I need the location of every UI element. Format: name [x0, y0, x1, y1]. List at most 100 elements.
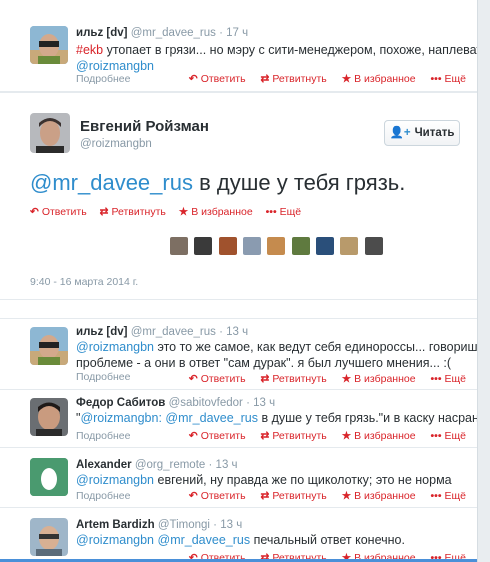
main-tweet-timestamp[interactable]: 9:40 - 16 марта 2014 г. [30, 276, 138, 288]
avatar[interactable] [30, 458, 68, 496]
mention-link[interactable]: @roizmangbn: [80, 411, 161, 425]
favoriter-avatar[interactable] [291, 237, 310, 255]
main-user-handle[interactable]: @roizmangbn [80, 138, 152, 150]
tweet-text: @roizmangbn это то же самое, как ведут с… [76, 339, 477, 355]
reply-tweet[interactable]: Федор Сабитов @sabitovfedor · 13 ч "@roi… [0, 390, 477, 448]
tweet-text: @roizmangbn евгений, ну правда же по щик… [76, 472, 470, 488]
dots-icon: ••• [430, 73, 442, 85]
user-name[interactable]: ильz [dv] [76, 27, 127, 39]
star-icon: ★ [341, 73, 352, 85]
tweet-time[interactable]: 13 ч [216, 459, 238, 471]
reply-button[interactable]: ↶ Ответить [189, 430, 246, 442]
tweet-text-body: евгений, ну правда же по щиколотку; это … [154, 473, 452, 487]
favoriter-avatar[interactable] [170, 237, 188, 255]
mention-link[interactable]: @mr_davee_rus [158, 533, 251, 547]
favorite-label: В избранное [354, 490, 416, 502]
reply-arrow-icon: ↶ [188, 490, 198, 502]
favoriter-avatar[interactable] [316, 237, 335, 255]
star-icon: ★ [341, 490, 352, 502]
retweet-button[interactable]: ⇄ Ретвитнуть [100, 206, 166, 218]
user-name[interactable]: Artem Bardizh [76, 519, 155, 531]
avatar[interactable] [30, 327, 68, 365]
user-handle[interactable]: @mr_davee_rus [131, 326, 216, 338]
separator: · [219, 27, 223, 39]
favorite-button[interactable]: ★ В избранное [342, 73, 416, 85]
details-link[interactable]: Подробнее [76, 430, 130, 442]
reply-button[interactable]: ↶ Ответить [189, 373, 246, 385]
main-user-name[interactable]: Евгений Ройзман [80, 118, 209, 135]
retweet-button[interactable]: ⇄ Ретвитнуть [261, 430, 327, 442]
tweet-header: ильz [dv] @mr_davee_rus · 13 ч [76, 325, 470, 339]
user-handle[interactable]: @sabitovfedor [169, 397, 243, 409]
egg-avatar-icon [30, 458, 68, 496]
tweet-actions: ↶ Ответить ⇄ Ретвитнуть ★ В избранное ••• Ещ… [177, 73, 466, 85]
separator: · [219, 326, 223, 338]
details-link[interactable]: Подробнее [76, 73, 130, 85]
tweet-time[interactable]: 17 ч [226, 27, 248, 39]
details-link[interactable]: Подробнее [76, 490, 130, 502]
dots-icon: ••• [430, 373, 442, 385]
favoriter-avatar[interactable] [340, 237, 359, 255]
favoriter-avatar[interactable] [243, 237, 262, 255]
user-name[interactable]: ильz [dv] [76, 326, 127, 338]
favorite-button[interactable]: ★ В избранное [179, 206, 253, 218]
tweet-actions: ↶ Ответить ⇄ Ретвитнуть ★ В избранное ••• Ещ… [177, 373, 466, 385]
tweet-header: Artem Bardizh @Timongi · 13 ч [76, 518, 470, 532]
retweet-label: Ретвитнуть [272, 373, 327, 385]
mention-link[interactable]: @roizmangbn [76, 340, 154, 354]
favoriter-avatar[interactable] [267, 237, 286, 255]
tweet-time[interactable]: 13 ч [226, 326, 248, 338]
tweet-text-body: в душе у тебя грязь."и в каску насрано?)… [261, 411, 477, 425]
tweet-text: "@roizmangbn: @mr_davee_rus в душе у теб… [76, 410, 477, 426]
tweet-time[interactable]: 13 ч [253, 397, 275, 409]
follow-button[interactable]: 👤+ Читать [384, 120, 460, 146]
user-name[interactable]: Федор Сабитов [76, 397, 165, 409]
more-button[interactable]: ••• Ещё [430, 373, 466, 385]
user-name[interactable]: Alexander [76, 459, 132, 471]
mention-link[interactable]: @roizmangbn [76, 473, 154, 487]
retweet-label: Ретвитнуть [111, 206, 166, 218]
avatar[interactable] [30, 26, 68, 64]
reply-arrow-icon: ↶ [188, 430, 198, 442]
user-handle[interactable]: @mr_davee_rus [131, 27, 216, 39]
reply-tweet[interactable]: Artem Bardizh @Timongi · 13 ч @roizmangb… [0, 508, 477, 562]
main-avatar[interactable] [30, 113, 70, 153]
retweet-label: Ретвитнуть [272, 73, 327, 85]
reply-tweet[interactable]: Alexander @org_remote · 13 ч @roizmangbn… [0, 448, 477, 508]
favoriter-avatar[interactable] [194, 237, 213, 255]
tweet-time[interactable]: 13 ч [220, 519, 242, 531]
reply-button[interactable]: ↶ Ответить [189, 73, 246, 85]
reply-arrow-icon: ↶ [188, 73, 198, 85]
reply-label: Ответить [200, 430, 246, 442]
user-handle[interactable]: @Timongi [158, 519, 210, 531]
reply-button[interactable]: ↶ Ответить [30, 206, 87, 218]
favoriter-avatar[interactable] [364, 237, 383, 255]
separator: · [208, 459, 213, 471]
favorite-button[interactable]: ★ В избранное [342, 490, 416, 502]
mention-link[interactable]: @mr_davee_rus [30, 170, 193, 195]
more-button[interactable]: ••• Ещё [430, 490, 466, 502]
reply-arrow-icon: ↶ [188, 373, 198, 385]
avatar[interactable] [30, 398, 68, 436]
user-handle[interactable]: @org_remote [135, 459, 205, 471]
avatar[interactable] [30, 518, 68, 556]
reply-tweet[interactable]: ильz [dv] @mr_davee_rus · 13 ч @roizmang… [0, 318, 477, 390]
favorite-button[interactable]: ★ В избранное [342, 430, 416, 442]
favorite-button[interactable]: ★ В избранное [342, 373, 416, 385]
retweet-button[interactable]: ⇄ Ретвитнуть [261, 73, 327, 85]
reply-button[interactable]: ↶ Ответить [189, 490, 246, 502]
hashtag-link[interactable]: #ekb [76, 43, 103, 57]
more-button[interactable]: ••• Ещё [266, 206, 302, 218]
details-link[interactable]: Подробнее [76, 371, 130, 383]
mention-link[interactable]: @mr_davee_rus [165, 411, 258, 425]
tweet-header: ильz [dv] @mr_davee_rus · 17 ч [76, 26, 470, 40]
more-button[interactable]: ••• Ещё [430, 430, 466, 442]
more-button[interactable]: ••• Ещё [430, 73, 466, 85]
favoriter-avatar[interactable] [218, 237, 237, 255]
retweet-button[interactable]: ⇄ Ретвитнуть [261, 373, 327, 385]
tweet-top[interactable]: ильz [dv] @mr_davee_rus · 17 ч #ekb утоп… [0, 0, 477, 92]
more-label: Ещё [444, 373, 466, 385]
retweet-button[interactable]: ⇄ Ретвитнуть [261, 490, 327, 502]
mention-link[interactable]: @roizmangbn [76, 533, 154, 547]
mention-link[interactable]: @roizmangbn [76, 59, 154, 73]
